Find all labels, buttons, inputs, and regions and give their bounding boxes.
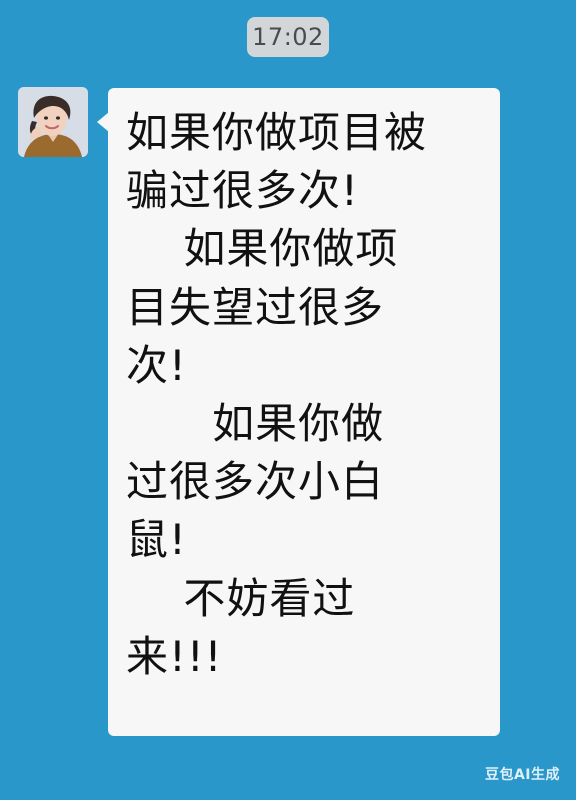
message-timestamp: 17:02 bbox=[247, 17, 329, 57]
message-text: 如果你做项目被 骗过很多次! 如果你做项 目失望过很多 次! 如果你做 过很多次… bbox=[126, 108, 428, 681]
avatar-image bbox=[18, 87, 88, 157]
message-bubble[interactable]: 如果你做项目被 骗过很多次! 如果你做项 目失望过很多 次! 如果你做 过很多次… bbox=[97, 88, 500, 736]
sender-avatar[interactable] bbox=[18, 87, 88, 157]
ai-watermark: 豆包AI生成 bbox=[484, 767, 560, 783]
